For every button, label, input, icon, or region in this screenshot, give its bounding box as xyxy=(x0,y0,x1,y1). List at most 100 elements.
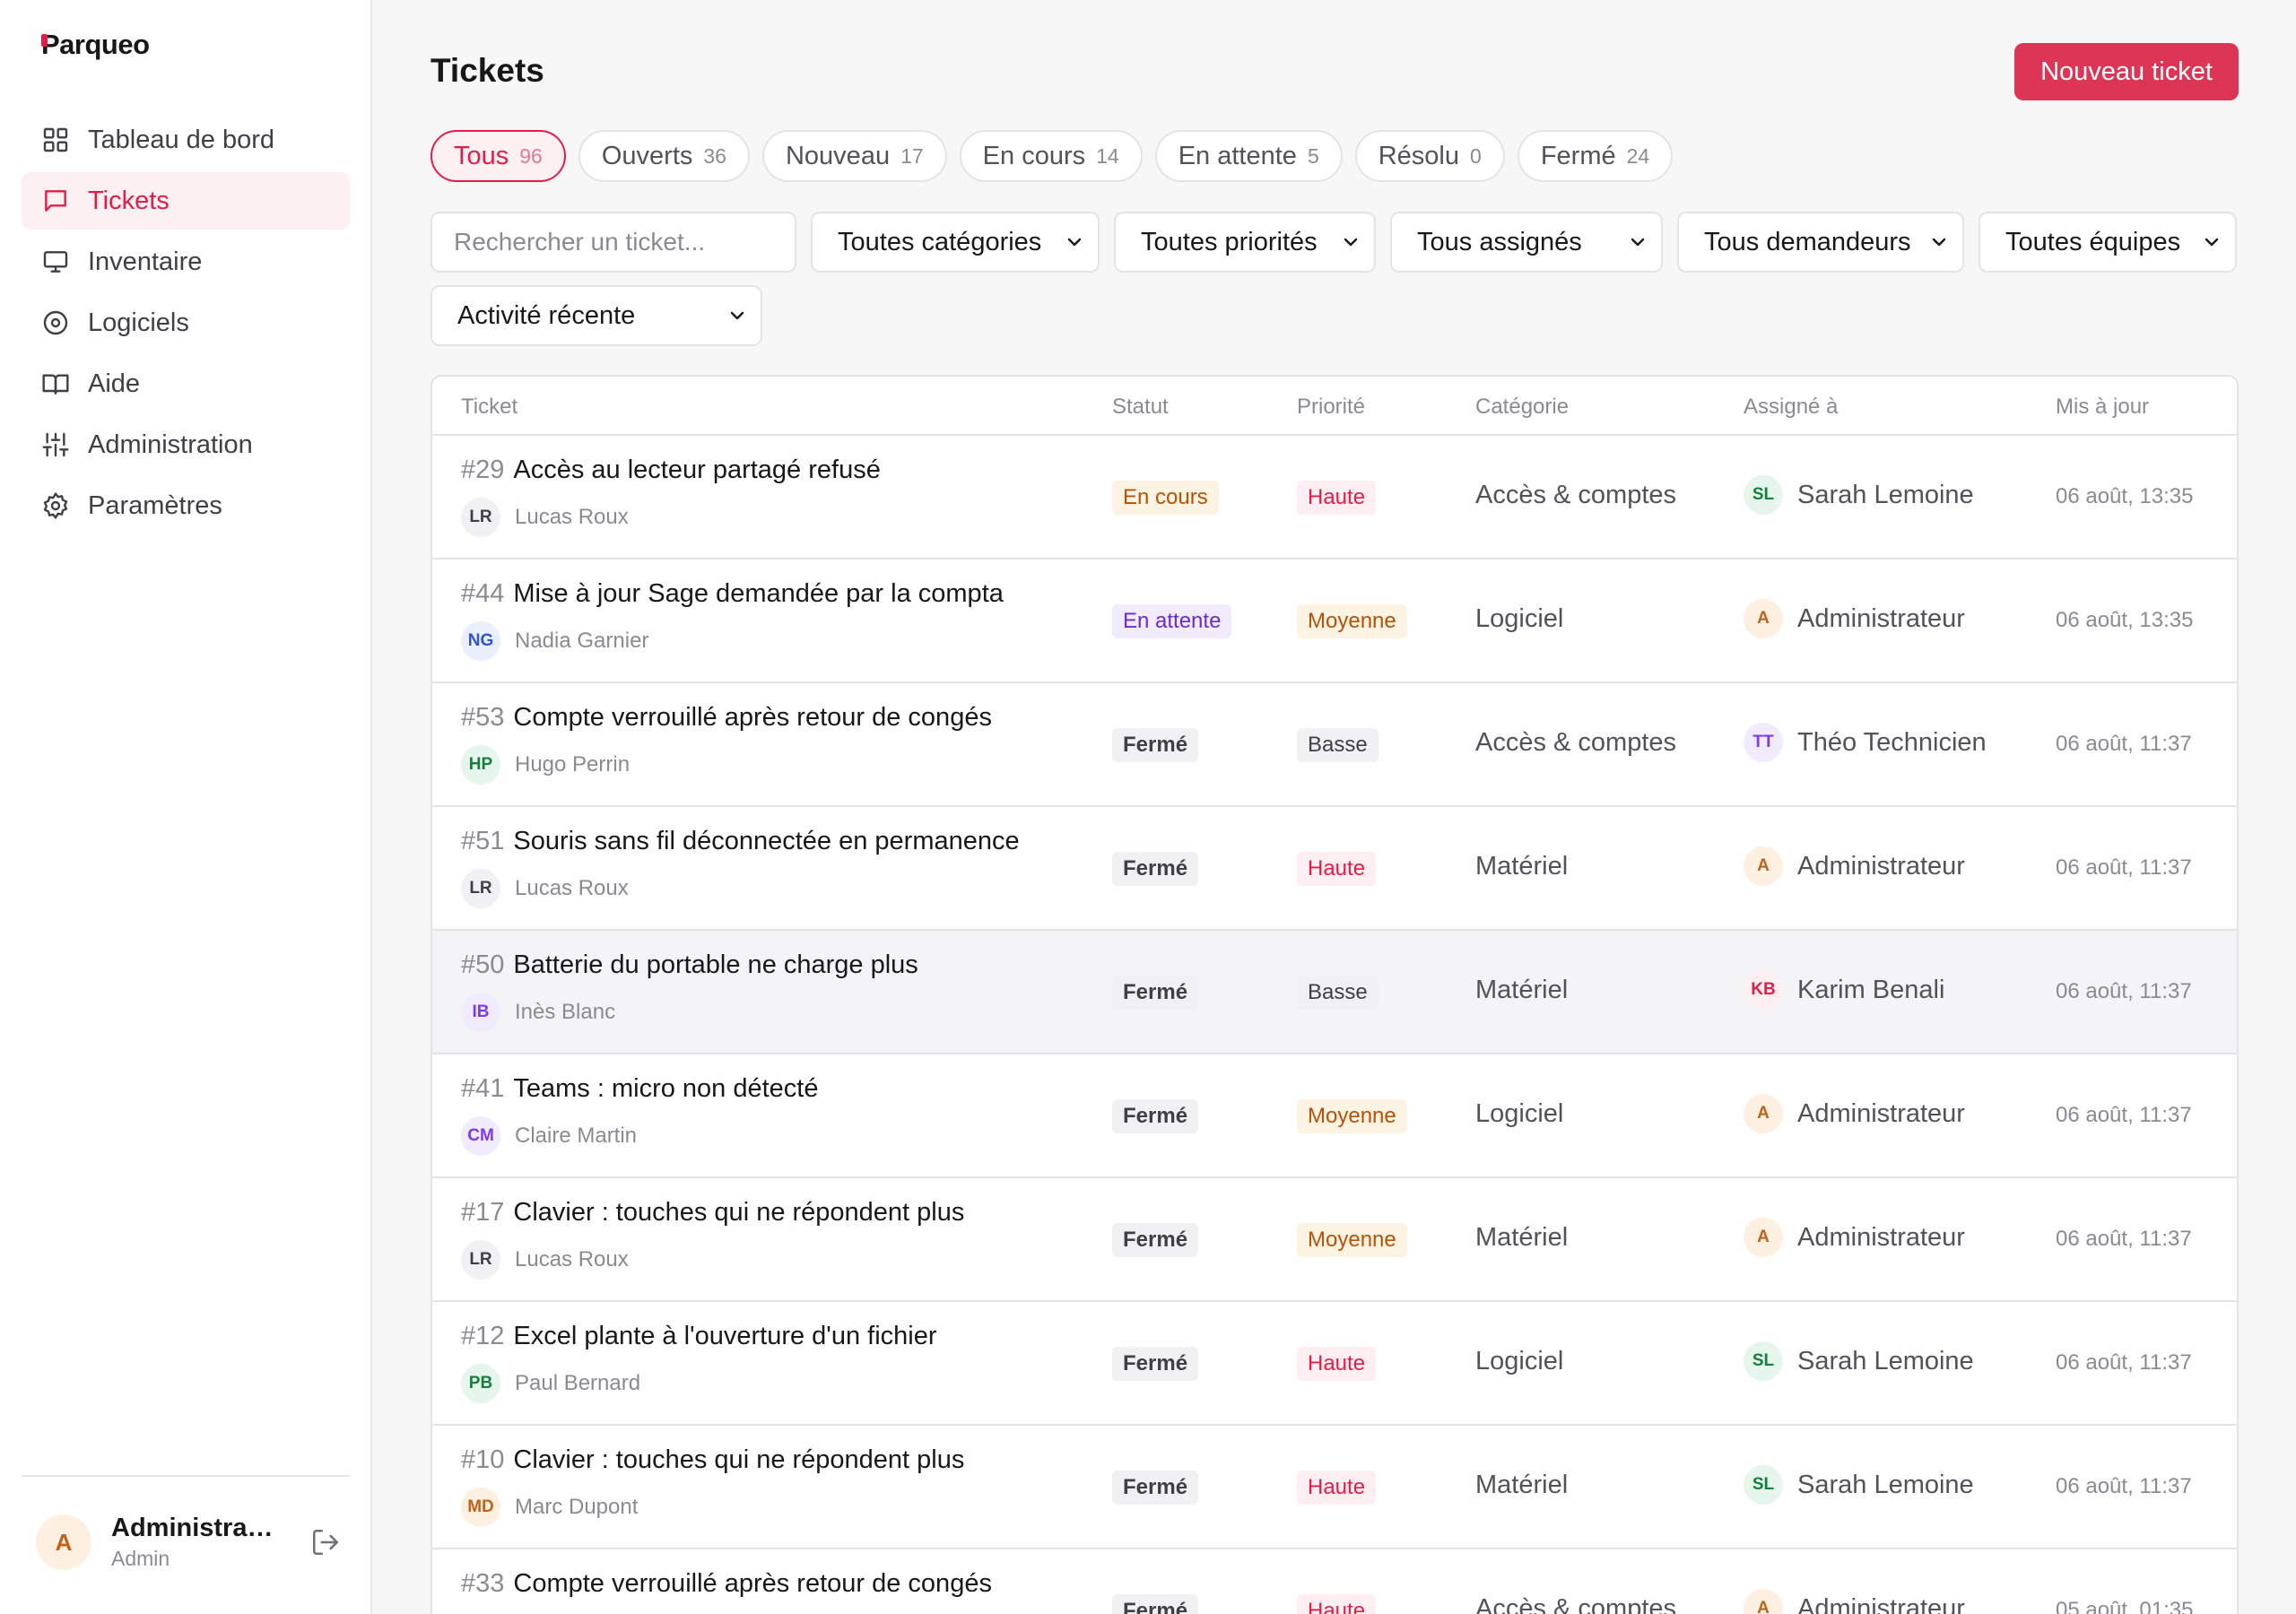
table-row[interactable]: #44 Mise à jour Sage demandée par la comp… xyxy=(432,560,2237,683)
ticket-title-line[interactable]: #10 Clavier : touches qui ne répondent pl… xyxy=(461,1445,964,1475)
tab-count: 14 xyxy=(1096,143,1119,168)
tab-in-progress[interactable]: En cours 14 xyxy=(959,130,1143,182)
status-tabs: Tous 96 Ouverts 36 Nouveau 17 En cours 1… xyxy=(430,130,1685,182)
priority-badge: Moyenne xyxy=(1297,1099,1407,1133)
column-header-category[interactable]: Catégorie xyxy=(1475,395,1569,420)
priority-badge: Basse xyxy=(1297,728,1378,762)
ticket-title-line[interactable]: #53 Compte verrouillé après retour de con… xyxy=(461,703,992,733)
sidebar-item-help[interactable]: Aide xyxy=(22,355,350,412)
chevron-down-icon xyxy=(1928,231,1950,253)
assignee-name: Théo Technicien xyxy=(1797,727,1987,757)
requester: NG Nadia Garnier xyxy=(461,621,1004,661)
select-value: Toutes catégories xyxy=(838,227,1042,256)
priority-cell: Haute xyxy=(1297,481,1377,515)
avatar: LR xyxy=(461,869,500,908)
team-select[interactable]: Toutes équipes xyxy=(1979,212,2237,273)
ticket-title-line[interactable]: #29 Accès au lecteur partagé refusé xyxy=(461,456,881,485)
ticket-title-line[interactable]: #17 Clavier : touches qui ne répondent pl… xyxy=(461,1198,964,1228)
table-row[interactable]: #51 Souris sans fil déconnectée en perman… xyxy=(432,807,2237,931)
requester: LR Lucas Roux xyxy=(461,1240,964,1280)
user-profile[interactable]: A Administrateur Admin xyxy=(36,1514,341,1571)
app-logo[interactable]: Parqueo xyxy=(41,29,150,61)
table-row[interactable]: #17 Clavier : touches qui ne répondent pl… xyxy=(432,1178,2237,1302)
assignee-name: Administrateur xyxy=(1797,603,1965,633)
table-row[interactable]: #29 Accès au lecteur partagé refusé LR Lu… xyxy=(432,436,2237,560)
ticket-id: #53 xyxy=(461,703,505,732)
category-select[interactable]: Toutes catégories xyxy=(811,212,1100,273)
chevron-down-icon xyxy=(1627,231,1648,253)
ticket-title: Excel plante à l'ouverture d'un fichier xyxy=(513,1322,937,1350)
updated-cell: 06 août, 13:35 xyxy=(2056,484,2194,508)
avatar: SL xyxy=(1744,1465,1783,1505)
search-input[interactable] xyxy=(430,212,796,273)
tab-resolved[interactable]: Résolu 0 xyxy=(1354,130,1505,182)
ticket-title-line[interactable]: #44 Mise à jour Sage demandée par la comp… xyxy=(461,579,1004,609)
table-row[interactable]: #33 Compte verrouillé après retour de con… xyxy=(432,1549,2237,1614)
column-header-ticket[interactable]: Ticket xyxy=(461,395,517,420)
table-body: #29 Accès au lecteur partagé refusé LR Lu… xyxy=(432,436,2237,1614)
ticket-title-line[interactable]: #50 Batterie du portable ne charge plus xyxy=(461,950,918,980)
updated-cell: 06 août, 11:37 xyxy=(2056,1350,2192,1375)
ticket-title: Compte verrouillé après retour de congés xyxy=(513,703,992,732)
tab-closed[interactable]: Fermé 24 xyxy=(1517,130,1674,182)
chevron-down-icon xyxy=(726,305,748,326)
sidebar-item-inventory[interactable]: Inventaire xyxy=(22,233,350,291)
sidebar-item-dashboard[interactable]: Tableau de bord xyxy=(22,111,350,169)
ticket-title-line[interactable]: #12 Excel plante à l'ouverture d'un fichi… xyxy=(461,1322,937,1351)
ticket-cell: #33 Compte verrouillé après retour de con… xyxy=(461,1569,992,1614)
status-cell: En cours xyxy=(1112,481,1219,515)
ticket-cell: #53 Compte verrouillé après retour de con… xyxy=(461,703,992,785)
requester-select[interactable]: Tous demandeurs xyxy=(1677,212,1964,273)
avatar: PB xyxy=(461,1364,500,1403)
priority-cell: Haute xyxy=(1297,1594,1377,1614)
table-row[interactable]: #53 Compte verrouillé après retour de con… xyxy=(432,683,2237,807)
updated-cell: 06 août, 11:37 xyxy=(2056,1103,2192,1127)
column-header-priority[interactable]: Priorité xyxy=(1297,395,1365,420)
priority-badge: Haute xyxy=(1297,481,1377,515)
tab-new[interactable]: Nouveau 17 xyxy=(761,130,947,182)
table-row[interactable]: #10 Clavier : touches qui ne répondent pl… xyxy=(432,1426,2237,1549)
assignee-cell: A Administrateur xyxy=(1744,1589,1965,1614)
table-row[interactable]: #41 Teams : micro non détecté CM Claire M… xyxy=(432,1054,2237,1178)
avatar: A xyxy=(1744,1094,1783,1133)
ticket-title-line[interactable]: #33 Compte verrouillé après retour de con… xyxy=(461,1569,992,1599)
category-cell: Logiciel xyxy=(1475,1099,1564,1128)
ticket-id: #33 xyxy=(461,1569,505,1598)
ticket-id: #10 xyxy=(461,1445,505,1474)
category-cell: Logiciel xyxy=(1475,1347,1564,1375)
ticket-title-line[interactable]: #41 Teams : micro non détecté xyxy=(461,1074,819,1104)
column-header-assignee[interactable]: Assigné à xyxy=(1744,395,1838,420)
tab-pending[interactable]: En attente 5 xyxy=(1154,130,1343,182)
ticket-title-line[interactable]: #51 Souris sans fil déconnectée en perman… xyxy=(461,827,1020,856)
logout-icon[interactable] xyxy=(310,1527,341,1558)
tab-all[interactable]: Tous 96 xyxy=(430,130,566,182)
assignee-cell: A Administrateur xyxy=(1744,599,1965,638)
column-header-status[interactable]: Statut xyxy=(1112,395,1169,420)
sort-select[interactable]: Activité récente xyxy=(430,285,762,346)
requester: PB Paul Bernard xyxy=(461,1364,937,1403)
avatar: TT xyxy=(1744,723,1783,762)
assignee-select[interactable]: Tous assignés xyxy=(1390,212,1663,273)
sidebar-item-settings[interactable]: Paramètres xyxy=(22,477,350,534)
assignee-cell: A Administrateur xyxy=(1744,1094,1965,1133)
requester: CM Claire Martin xyxy=(461,1116,819,1156)
chevron-down-icon xyxy=(1340,231,1361,253)
tab-count: 24 xyxy=(1626,143,1650,168)
priority-select[interactable]: Toutes priorités xyxy=(1114,212,1376,273)
tab-open[interactable]: Ouverts 36 xyxy=(578,130,750,182)
requester-name: Inès Blanc xyxy=(515,1000,616,1024)
column-header-updated[interactable]: Mis à jour xyxy=(2056,395,2149,420)
priority-badge: Moyenne xyxy=(1297,604,1407,638)
sidebar-item-tickets[interactable]: Tickets xyxy=(22,172,350,230)
sidebar-item-software[interactable]: Logiciels xyxy=(22,294,350,351)
table-row[interactable]: #50 Batterie du portable ne charge plus I… xyxy=(432,931,2237,1054)
assignee-name: Sarah Lemoine xyxy=(1797,1346,1974,1375)
new-ticket-button[interactable]: Nouveau ticket xyxy=(2014,43,2239,100)
sidebar-item-administration[interactable]: Administration xyxy=(22,416,350,473)
sidebar-item-label: Logiciels xyxy=(88,308,189,337)
avatar: A xyxy=(1744,1218,1783,1257)
sidebar-item-label: Aide xyxy=(88,369,141,398)
table-row[interactable]: #12 Excel plante à l'ouverture d'un fichi… xyxy=(432,1302,2237,1426)
ticket-title: Souris sans fil déconnectée en permanenc… xyxy=(513,827,1020,855)
ticket-cell: #51 Souris sans fil déconnectée en perman… xyxy=(461,827,1020,908)
